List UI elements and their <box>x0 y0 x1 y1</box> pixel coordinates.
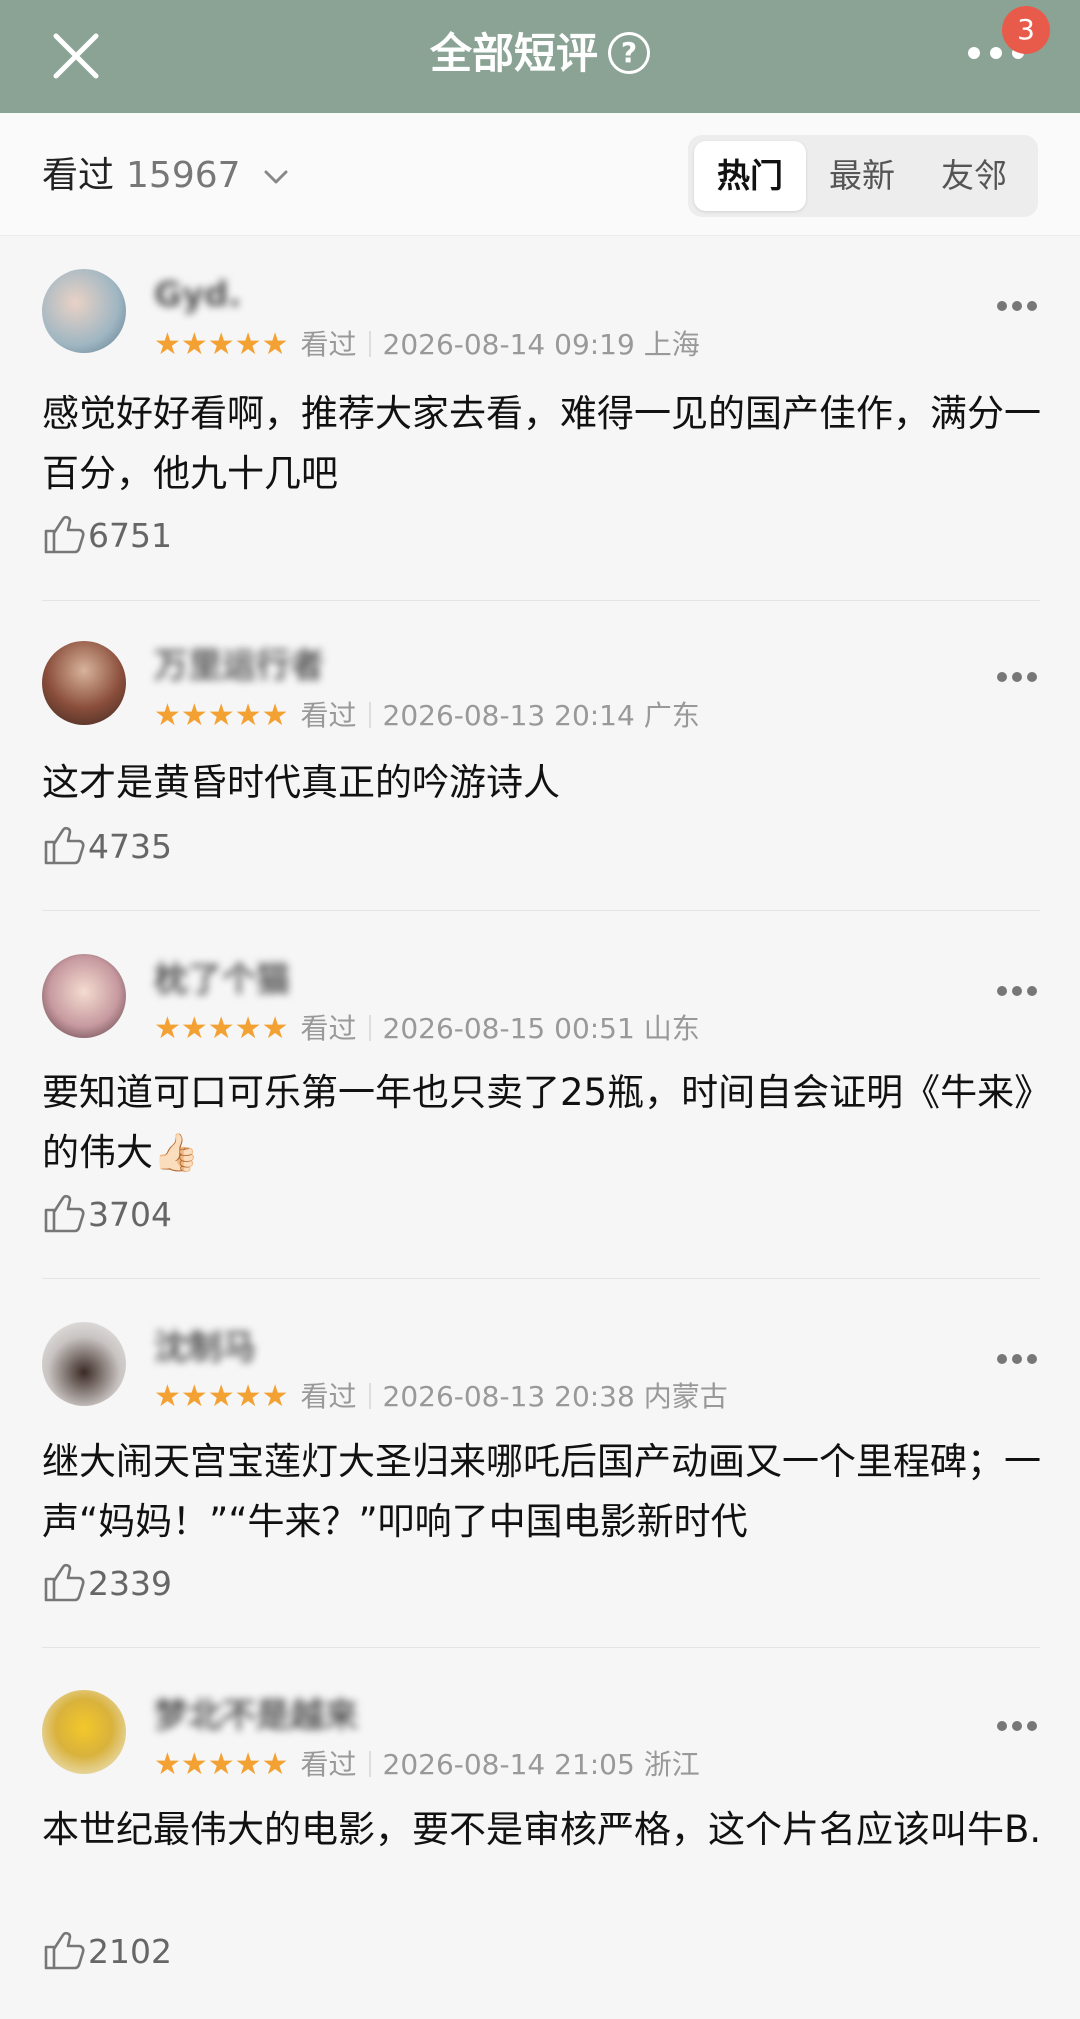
review-text: 本世纪最伟大的电影，要不是审核严格，这个片名应该叫牛B. <box>42 1808 1042 1851</box>
like-count: 4735 <box>88 827 172 866</box>
status-label: 看过 <box>300 699 357 732</box>
separator <box>368 702 371 728</box>
review-datetime: 2026-08-14 09:19 <box>382 328 635 361</box>
like-button[interactable]: 6751 <box>42 508 172 564</box>
avatar[interactable] <box>42 269 126 353</box>
avatar[interactable] <box>42 641 126 725</box>
rating-stars: ★★★★★ <box>154 1011 289 1046</box>
avatar[interactable] <box>42 1690 126 1774</box>
more-dots-icon[interactable] <box>995 670 1039 684</box>
thumbs-up-icon <box>44 826 85 864</box>
divider <box>42 1647 1040 1648</box>
like-count: 2339 <box>88 1564 172 1603</box>
more-dots-icon[interactable] <box>995 1352 1039 1366</box>
review-meta: ★★★★★ 看过 2026-08-13 20:38 内蒙古 <box>154 1377 728 1417</box>
avatar[interactable] <box>42 954 126 1038</box>
filter-bar: 看过 15967 热门 最新 友邻 <box>0 113 1080 236</box>
divider <box>42 910 1040 911</box>
page-title-text: 全部短评 <box>429 29 598 78</box>
notification-badge: 3 <box>1002 6 1050 54</box>
sort-tabs: 热门 最新 友邻 <box>688 135 1038 217</box>
username[interactable]: Gyd. <box>154 272 241 318</box>
review-datetime: 2026-08-14 21:05 <box>382 1748 635 1781</box>
thumbs-up-icon <box>44 1194 85 1232</box>
like-button[interactable]: 2102 <box>42 1924 172 1980</box>
thumbs-up-icon <box>44 515 85 553</box>
review-location: 山东 <box>643 1012 700 1045</box>
more-dots-icon[interactable] <box>995 299 1039 313</box>
help-icon[interactable]: ? <box>608 31 650 74</box>
chevron-down-icon <box>264 170 288 184</box>
thumbs-up-icon <box>44 1931 85 1969</box>
separator <box>368 1383 371 1409</box>
username[interactable]: 梦北不是越来 <box>154 1693 358 1739</box>
watched-filter-dropdown[interactable]: 看过 15967 <box>42 151 290 201</box>
status-label: 看过 <box>300 328 357 361</box>
review-location: 上海 <box>643 328 700 361</box>
divider <box>42 600 1040 601</box>
username[interactable]: 沈制马 <box>154 1325 256 1371</box>
review-datetime: 2026-08-13 20:38 <box>382 1380 635 1413</box>
thumbs-up-icon <box>44 1563 85 1601</box>
like-count: 2102 <box>88 1932 172 1971</box>
status-label: 看过 <box>300 1380 357 1413</box>
separator <box>368 331 371 357</box>
review-meta: ★★★★★ 看过 2026-08-14 21:05 浙江 <box>154 1745 700 1785</box>
review-meta: ★★★★★ 看过 2026-08-14 09:19 上海 <box>154 325 700 365</box>
watched-count: 15967 <box>126 155 241 196</box>
review-location: 浙江 <box>643 1748 700 1781</box>
review-text: 这才是黄昏时代真正的吟游诗人 <box>42 761 560 804</box>
status-label: 看过 <box>300 1748 357 1781</box>
watched-label: 看过 <box>42 155 115 196</box>
review-text: 继大闹天宫宝莲灯大圣归来哪吒后国产动画又一个里程碑；一声“妈妈！”“牛来？”叩响… <box>42 1440 1041 1543</box>
review-location: 内蒙古 <box>643 1380 728 1413</box>
like-count: 6751 <box>88 516 172 555</box>
review-location: 广东 <box>643 699 700 732</box>
review-text: 要知道可口可乐第一年也只卖了25瓶，时间自会证明《牛来》的伟大👍🏻 <box>42 1071 1033 1174</box>
rating-stars: ★★★★★ <box>154 698 289 733</box>
review-meta: ★★★★★ 看过 2026-08-13 20:14 广东 <box>154 696 700 736</box>
rating-stars: ★★★★★ <box>154 327 289 362</box>
separator <box>368 1751 371 1777</box>
divider <box>42 1278 1040 1279</box>
avatar[interactable] <box>42 1322 126 1406</box>
review-datetime: 2026-08-13 20:14 <box>382 699 635 732</box>
tab-friends[interactable]: 友邻 <box>918 141 1030 211</box>
tab-hot[interactable]: 热门 <box>694 141 806 211</box>
rating-stars: ★★★★★ <box>154 1747 289 1782</box>
like-button[interactable]: 4735 <box>42 819 172 875</box>
like-button[interactable]: 3704 <box>42 1187 172 1243</box>
review-text: 感觉好好看啊，推荐大家去看，难得一见的国产佳作，满分一百分，他九十几吧 <box>42 392 1041 495</box>
more-dots-icon[interactable] <box>995 984 1039 998</box>
tab-latest[interactable]: 最新 <box>806 141 918 211</box>
like-button[interactable]: 2339 <box>42 1556 172 1612</box>
review-meta: ★★★★★ 看过 2026-08-15 00:51 山东 <box>154 1009 700 1049</box>
page-title: 全部短评? <box>0 24 1080 84</box>
review-datetime: 2026-08-15 00:51 <box>382 1012 635 1045</box>
username[interactable]: 枕了个猫 <box>154 957 290 1003</box>
username[interactable]: 万里运行者 <box>154 643 324 689</box>
status-label: 看过 <box>300 1012 357 1045</box>
more-dots-icon[interactable] <box>995 1719 1039 1733</box>
top-bar: 全部短评? 3 <box>0 0 1080 113</box>
like-count: 3704 <box>88 1195 172 1234</box>
rating-stars: ★★★★★ <box>154 1379 289 1414</box>
separator <box>368 1015 371 1041</box>
